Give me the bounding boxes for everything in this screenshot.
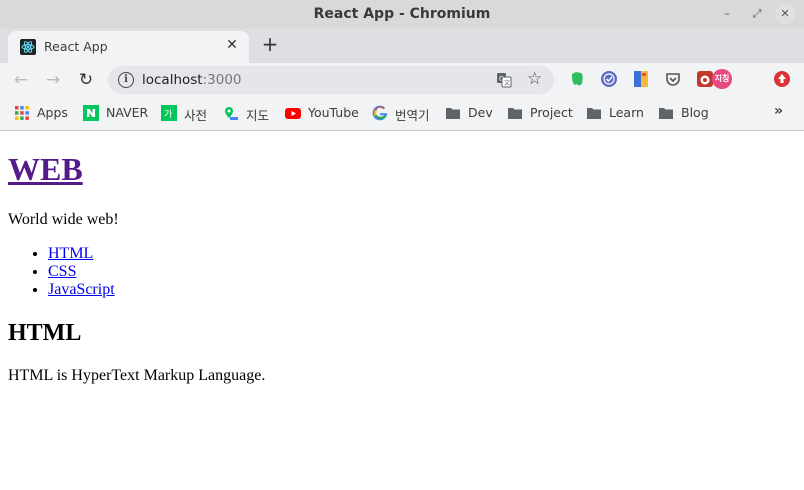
forward-button[interactable]: →: [42, 69, 64, 91]
minimize-button[interactable]: –: [717, 4, 737, 24]
dictionary-icon: 가: [161, 105, 177, 121]
reload-button[interactable]: ↻: [75, 69, 97, 91]
nav-link-css[interactable]: CSS: [48, 263, 76, 280]
new-tab-button[interactable]: +: [259, 34, 281, 56]
evernote-icon[interactable]: [568, 70, 586, 88]
browser-toolbar: ← → ↻ i localhost:3000 G 文 ☆ 지칭: [0, 63, 804, 97]
checkmark-extension-icon[interactable]: [600, 70, 618, 88]
page-heading: WEB: [8, 151, 83, 188]
nav-link-html[interactable]: HTML: [48, 245, 93, 262]
page-content: WEB World wide web! HTML CSS JavaScript …: [0, 131, 804, 490]
update-icon[interactable]: [773, 70, 791, 88]
svg-text:가: 가: [164, 109, 172, 120]
nav-link-javascript[interactable]: JavaScript: [48, 281, 115, 298]
tab-strip: React App ✕ +: [0, 28, 804, 63]
section-title: HTML: [8, 320, 82, 346]
bookmark-star-icon[interactable]: ☆: [527, 69, 542, 89]
address-url: localhost:3000: [142, 72, 242, 88]
window-titlebar: React App - Chromium – ⤢ ✕: [0, 0, 804, 28]
translate-icon[interactable]: G 文: [496, 72, 512, 88]
topic-nav-list: HTML CSS JavaScript: [8, 245, 115, 299]
list-item: HTML: [48, 245, 115, 263]
naver-icon: [83, 105, 99, 121]
react-logo-icon: [20, 39, 36, 55]
map-icon: [225, 107, 238, 120]
heading-link[interactable]: WEB: [8, 151, 83, 187]
bookmarks-bar: Apps NAVER 가 사전 지도 YouTube 번역기 Dev Proje…: [0, 97, 804, 131]
apps-grid-icon: [15, 106, 29, 120]
close-tab-icon[interactable]: ✕: [224, 37, 240, 53]
tab-react-app[interactable]: React App ✕: [8, 31, 249, 63]
more-bookmarks-chevron-icon[interactable]: »: [774, 103, 783, 119]
site-info-icon[interactable]: i: [118, 72, 134, 88]
svg-text:文: 文: [504, 79, 510, 87]
window-title: React App - Chromium: [313, 6, 491, 22]
list-item: CSS: [48, 263, 115, 281]
back-button[interactable]: ←: [10, 69, 32, 91]
folder-icon: [587, 108, 601, 119]
folder-icon: [508, 108, 522, 119]
folder-icon: [446, 108, 460, 119]
list-item: JavaScript: [48, 281, 115, 299]
close-window-button[interactable]: ✕: [775, 4, 795, 24]
profile-avatar[interactable]: 지칭: [712, 69, 732, 89]
section-body: HTML is HyperText Markup Language.: [8, 367, 266, 384]
maximize-button[interactable]: ⤢: [747, 4, 767, 24]
page-tagline: World wide web!: [8, 211, 119, 228]
folder-icon: [659, 108, 673, 119]
pocket-icon[interactable]: [664, 70, 682, 88]
tab-title: React App: [44, 39, 108, 54]
bar-extension-icon[interactable]: [632, 70, 650, 88]
youtube-icon: [285, 108, 301, 119]
google-icon: [372, 105, 388, 121]
address-bar[interactable]: i localhost:3000 G 文 ☆: [108, 66, 554, 94]
